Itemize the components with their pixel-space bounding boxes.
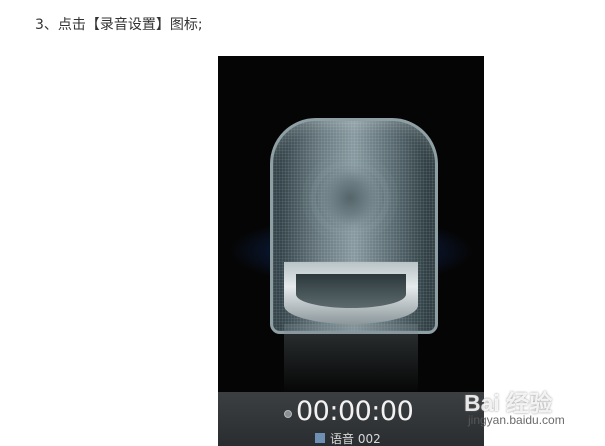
phone-screenshot: 00:00:00 语音 002 <box>218 56 484 446</box>
record-indicator-icon <box>284 410 292 418</box>
microphone-base-inner <box>296 274 406 308</box>
audio-file-icon <box>315 433 325 443</box>
microphone-capsule <box>316 166 384 230</box>
recording-file-item[interactable]: 语音 002 <box>315 430 381 446</box>
recording-file-name: 语音 002 <box>330 431 381 446</box>
recording-timer: 00:00:00 <box>296 396 414 427</box>
microphone-reflection <box>284 324 418 394</box>
instruction-text: 3、点击【录音设置】图标; <box>35 17 203 33</box>
watermark-site: jingyan.baidu.com <box>468 413 565 427</box>
